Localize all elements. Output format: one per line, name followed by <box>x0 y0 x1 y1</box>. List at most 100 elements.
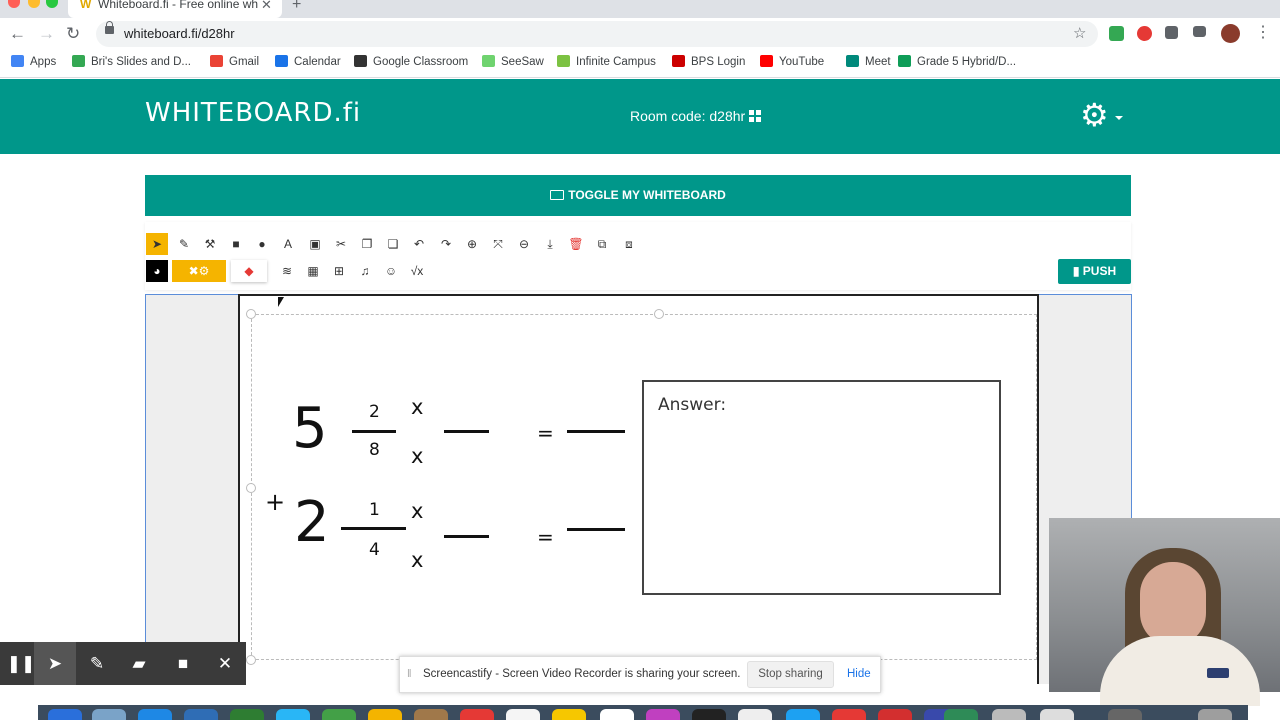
download-icon[interactable]: ⤓ <box>539 233 561 255</box>
layers-icon[interactable]: ≋ <box>276 260 298 282</box>
dock-app-icon[interactable] <box>460 709 494 720</box>
screencastify-extension-icon[interactable] <box>1137 26 1152 41</box>
select-arrow-icon[interactable]: ➤ <box>146 233 168 255</box>
dock-app-icon[interactable] <box>786 709 820 720</box>
grid-icon[interactable]: ▦ <box>302 260 324 282</box>
dock-app-icon[interactable] <box>1040 709 1074 720</box>
lock-icon[interactable] <box>105 21 114 34</box>
palette-icon[interactable]: ◕ <box>146 260 168 282</box>
bookmark-item[interactable]: Apps <box>11 55 56 71</box>
profile-avatar[interactable] <box>1221 24 1240 43</box>
bookmark-item[interactable]: Meet <box>846 55 891 71</box>
dock-app-icon[interactable] <box>92 709 126 720</box>
hide-banner-link[interactable]: Hide <box>847 668 871 680</box>
emoji-icon[interactable]: ☺ <box>380 260 402 282</box>
stop-sharing-button[interactable]: Stop sharing <box>747 661 834 688</box>
dock-app-icon[interactable] <box>944 709 978 720</box>
bookmark-item[interactable]: Gmail <box>210 55 259 71</box>
dock-app-icon[interactable] <box>276 709 310 720</box>
dock-app-icon[interactable] <box>1108 709 1142 720</box>
magic-wand-icon[interactable]: ⚒ <box>199 233 221 255</box>
dock-app-icon[interactable] <box>368 709 402 720</box>
text-icon[interactable]: A <box>277 233 299 255</box>
bookmark-item[interactable]: SeeSaw <box>482 55 544 71</box>
dock-app-icon[interactable] <box>552 709 586 720</box>
bookmark-item[interactable]: Bri's Slides and D... <box>72 55 191 71</box>
rectangle-icon[interactable]: ■ <box>225 233 247 255</box>
bookmark-item[interactable]: BPS Login <box>672 55 745 71</box>
reload-icon[interactable]: ↻ <box>66 22 80 46</box>
paste-icon[interactable]: ❏ <box>382 233 404 255</box>
music-icon[interactable]: ♫ <box>354 260 376 282</box>
send-back-icon[interactable]: ⧈ <box>618 233 640 255</box>
dock-app-icon[interactable] <box>322 709 356 720</box>
dock-app-icon[interactable] <box>48 709 82 720</box>
dock-app-icon[interactable] <box>506 709 540 720</box>
image-icon[interactable]: ▣ <box>304 233 326 255</box>
drag-handle-icon[interactable]: ‖ <box>407 668 412 680</box>
extension-green-icon[interactable] <box>1109 26 1124 41</box>
selection-handle[interactable] <box>246 309 256 319</box>
chrome-menu-icon[interactable]: ⋮ <box>1255 22 1271 42</box>
toggle-whiteboard-button[interactable]: TOGGLE MY WHITEBOARD <box>145 175 1131 216</box>
dock-app-icon[interactable] <box>1198 709 1232 720</box>
room-code[interactable]: Room code: d28hr <box>630 108 762 124</box>
push-button[interactable]: ▮ PUSH <box>1058 259 1131 284</box>
pen-tool-icon[interactable]: ✎ <box>76 642 118 685</box>
circle-icon[interactable]: ● <box>251 233 273 255</box>
dock-app-icon[interactable] <box>738 709 772 720</box>
redo-icon[interactable]: ↷ <box>435 233 457 255</box>
reading-list-icon[interactable] <box>1193 26 1206 37</box>
dock-app-icon[interactable] <box>992 709 1026 720</box>
zoom-in-icon[interactable]: ⊕ <box>461 233 483 255</box>
dock-app-icon[interactable] <box>646 709 680 720</box>
settings-gear-icon[interactable]: ⚙ <box>1080 98 1109 132</box>
dock-app-icon[interactable] <box>878 709 912 720</box>
whole-number-1: 5 <box>292 396 328 461</box>
dock-app-icon[interactable] <box>600 709 634 720</box>
browser-tab[interactable]: Whiteboard.fi - Free online wh <box>68 0 282 18</box>
eraser-icon[interactable]: ◆ <box>231 260 267 282</box>
tab-close-icon[interactable]: ✕ <box>261 0 272 11</box>
bookmark-item[interactable]: Infinite Campus <box>557 55 656 71</box>
math-sqrt-icon[interactable]: √x <box>406 260 428 282</box>
bookmark-item[interactable]: Calendar <box>275 55 341 71</box>
extensions-puzzle-icon[interactable] <box>1165 26 1178 39</box>
delete-icon[interactable]: 🗑 <box>565 233 587 255</box>
camera-icon[interactable]: ■ <box>162 642 204 685</box>
selection-handle[interactable] <box>246 655 256 665</box>
back-icon[interactable]: ← <box>9 22 26 46</box>
dock-app-icon[interactable] <box>692 709 726 720</box>
cut-icon[interactable]: ✂ <box>330 233 352 255</box>
selection-handle[interactable] <box>654 309 664 319</box>
zoom-out-icon[interactable]: ⊖ <box>513 233 535 255</box>
address-bar[interactable] <box>96 21 1098 47</box>
bookmark-item[interactable]: Grade 5 Hybrid/D... <box>898 55 1016 71</box>
dock-app-icon[interactable] <box>138 709 172 720</box>
fit-screen-icon[interactable]: ⤧ <box>487 233 509 255</box>
table-icon[interactable]: ⊞ <box>328 260 350 282</box>
selection-handle[interactable] <box>246 483 256 493</box>
qr-code-icon[interactable] <box>749 110 762 122</box>
close-recording-icon[interactable]: ✕ <box>204 642 246 685</box>
forward-icon[interactable]: → <box>38 22 55 46</box>
answer-label: Answer: <box>658 395 727 415</box>
pencil-icon[interactable]: ✎ <box>173 233 195 255</box>
dock-app-icon[interactable] <box>184 709 218 720</box>
tools-settings-icon[interactable]: ✖⚙ <box>172 260 226 282</box>
dock-app-icon[interactable] <box>414 709 448 720</box>
bookmark-star-icon[interactable]: ☆ <box>1073 24 1086 42</box>
cursor-tool-icon[interactable]: ➤ <box>34 642 76 685</box>
bring-front-icon[interactable]: ⧉ <box>591 233 613 255</box>
highlighter-icon[interactable]: ▰ <box>118 642 160 685</box>
bookmark-item[interactable]: Google Classroom <box>354 55 468 71</box>
chevron-down-icon[interactable] <box>1115 116 1123 120</box>
dock-app-icon[interactable] <box>230 709 264 720</box>
whiteboard-logo[interactable]: WHITEBOARD.fi <box>145 98 361 128</box>
dock-app-icon[interactable] <box>832 709 866 720</box>
url-text[interactable]: whiteboard.fi/d28hr <box>124 26 235 41</box>
copy-icon[interactable]: ❐ <box>356 233 378 255</box>
bookmark-item[interactable]: YouTube <box>760 55 824 71</box>
new-tab-button[interactable]: + <box>292 0 301 13</box>
undo-icon[interactable]: ↶ <box>408 233 430 255</box>
